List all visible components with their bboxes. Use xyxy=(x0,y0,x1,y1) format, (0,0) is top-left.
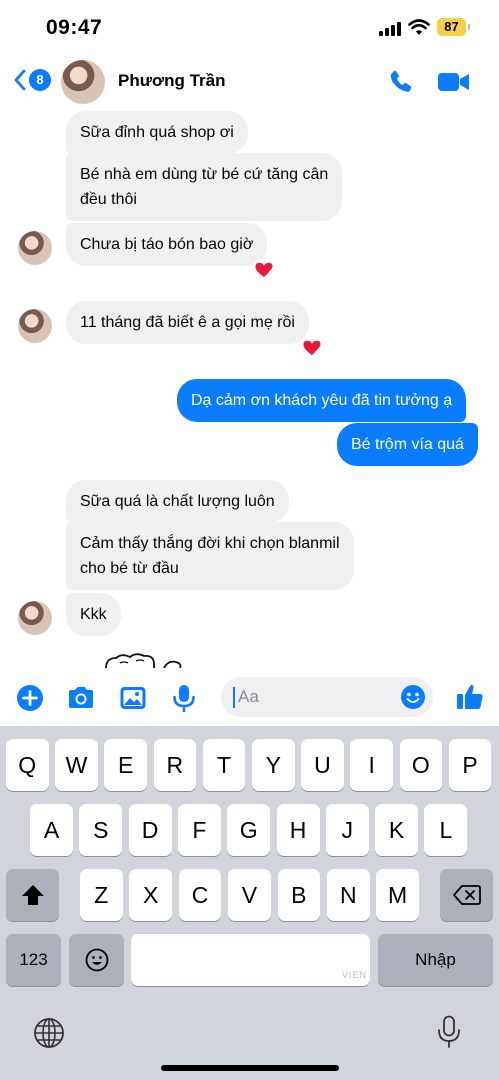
chat-header: 8 Phương Trần xyxy=(0,56,499,108)
contact-name[interactable]: Phương Trần xyxy=(118,71,226,91)
microphone-icon[interactable] xyxy=(171,684,197,712)
message-text: Dạ cảm ơn khách yêu đã tin tưởng ạ xyxy=(191,392,453,409)
numbers-key[interactable]: 123 xyxy=(6,934,61,986)
video-camera-icon[interactable] xyxy=(437,68,471,96)
shift-icon xyxy=(21,885,44,905)
key-o[interactable]: O xyxy=(399,739,443,791)
message-text-line2: cho bé từ đầu xyxy=(80,560,179,577)
key-c[interactable]: C xyxy=(178,869,222,921)
thumbs-up-icon[interactable] xyxy=(455,682,485,712)
message-text: Cảm thấy thắng đời khi chọn blanmil xyxy=(80,535,340,552)
message-bubble[interactable]: Kkk xyxy=(66,593,121,636)
message-text: Kkk xyxy=(80,606,107,623)
back-button[interactable]: 8 xyxy=(14,68,54,94)
smiley-icon xyxy=(85,948,108,972)
key-n[interactable]: N xyxy=(327,869,370,921)
sticker-peek[interactable] xyxy=(98,652,188,668)
message-bubble[interactable]: Bé nhà em dùng từ bé cứ tăng cân đều thô… xyxy=(66,153,343,221)
key-s[interactable]: S xyxy=(79,804,123,856)
space-key[interactable]: VIEN xyxy=(131,934,370,986)
key-k[interactable]: K xyxy=(375,804,419,856)
key-l[interactable]: L xyxy=(424,804,468,856)
key-q[interactable]: Q xyxy=(6,739,49,791)
key-x[interactable]: X xyxy=(129,869,172,921)
key-u[interactable]: U xyxy=(301,739,344,791)
text-cursor xyxy=(233,687,235,708)
key-f[interactable]: F xyxy=(177,804,221,856)
key-t[interactable]: T xyxy=(202,739,246,791)
camera-icon[interactable] xyxy=(66,684,96,712)
status-bar: 09:47 87 xyxy=(0,0,499,56)
message-input[interactable]: Aa xyxy=(221,677,433,717)
message-text-line2: đều thôi xyxy=(80,191,137,208)
image-icon[interactable] xyxy=(119,684,147,712)
message-text: Bé nhà em dùng từ bé cứ tăng cân xyxy=(80,166,329,183)
emoji-key[interactable] xyxy=(69,934,124,986)
unread-count-badge: 8 xyxy=(29,69,51,91)
dictation-microphone-icon[interactable] xyxy=(436,1015,462,1049)
sender-avatar[interactable] xyxy=(18,601,52,635)
message-bubble[interactable]: Sữa quá là chất lượng luôn xyxy=(66,480,289,523)
message-bubble[interactable]: Sữa đỉnh quá shop ơi xyxy=(66,111,248,154)
shift-key[interactable] xyxy=(6,869,59,921)
message-bubble[interactable]: Cảm thấy thắng đời khi chọn blanmil cho … xyxy=(66,522,354,590)
key-w[interactable]: W xyxy=(55,739,98,791)
home-indicator[interactable] xyxy=(161,1065,339,1071)
keyboard: QWERTYUIOP ASDFGHJKL ZXCVBNM 123 VIEN Nh… xyxy=(0,726,499,1080)
cellular-signal-icon xyxy=(379,22,403,36)
message-text: Bé trộm vía quá xyxy=(351,436,464,453)
smiley-icon[interactable] xyxy=(400,684,426,710)
contact-avatar[interactable] xyxy=(61,60,105,104)
message-bubble[interactable]: Bé trộm vía quá xyxy=(337,423,478,466)
key-e[interactable]: E xyxy=(104,739,147,791)
battery-indicator: 87 xyxy=(437,18,470,36)
sender-avatar[interactable] xyxy=(18,231,52,265)
key-h[interactable]: H xyxy=(276,804,320,856)
message-bubble[interactable]: Dạ cảm ơn khách yêu đã tin tưởng ạ xyxy=(177,379,467,422)
message-bubble[interactable]: Chưa bị táo bón bao giờ xyxy=(66,223,268,266)
heart-icon xyxy=(255,262,273,277)
message-text: 11 tháng đã biết ê a gọi mẹ rồi xyxy=(80,314,295,331)
keyboard-watermark: VIEN xyxy=(342,970,368,980)
backspace-icon xyxy=(452,885,481,905)
key-y[interactable]: Y xyxy=(252,739,295,791)
heart-icon xyxy=(303,340,321,355)
delete-key[interactable] xyxy=(440,869,493,921)
key-g[interactable]: G xyxy=(227,804,271,856)
key-i[interactable]: I xyxy=(350,739,393,791)
message-text: Chưa bị táo bón bao giờ xyxy=(80,236,254,253)
plus-circle-icon[interactable] xyxy=(16,684,44,712)
message-text: Sữa quá là chất lượng luôn xyxy=(80,493,275,510)
heart-reaction[interactable] xyxy=(252,258,276,282)
message-text: Sữa đỉnh quá shop ơi xyxy=(80,124,234,141)
message-input-placeholder: Aa xyxy=(238,687,259,706)
key-a[interactable]: A xyxy=(30,804,73,856)
phone-icon[interactable] xyxy=(388,68,416,96)
return-key[interactable]: Nhập xyxy=(378,934,493,986)
key-j[interactable]: J xyxy=(325,804,369,856)
key-r[interactable]: R xyxy=(153,739,197,791)
key-d[interactable]: D xyxy=(128,804,172,856)
message-composer: Aa xyxy=(0,670,499,726)
heart-reaction[interactable] xyxy=(300,336,324,360)
key-z[interactable]: Z xyxy=(80,869,123,921)
message-bubble[interactable]: 11 tháng đã biết ê a gọi mẹ rồi xyxy=(66,301,309,344)
key-b[interactable]: B xyxy=(277,869,321,921)
globe-icon[interactable] xyxy=(33,1017,65,1049)
chevron-left-icon xyxy=(14,69,26,91)
key-p[interactable]: P xyxy=(448,739,492,791)
wifi-icon xyxy=(408,19,430,35)
key-m[interactable]: M xyxy=(376,869,419,921)
status-time: 09:47 xyxy=(46,16,103,39)
sender-avatar[interactable] xyxy=(18,309,52,343)
key-v[interactable]: V xyxy=(228,869,271,921)
